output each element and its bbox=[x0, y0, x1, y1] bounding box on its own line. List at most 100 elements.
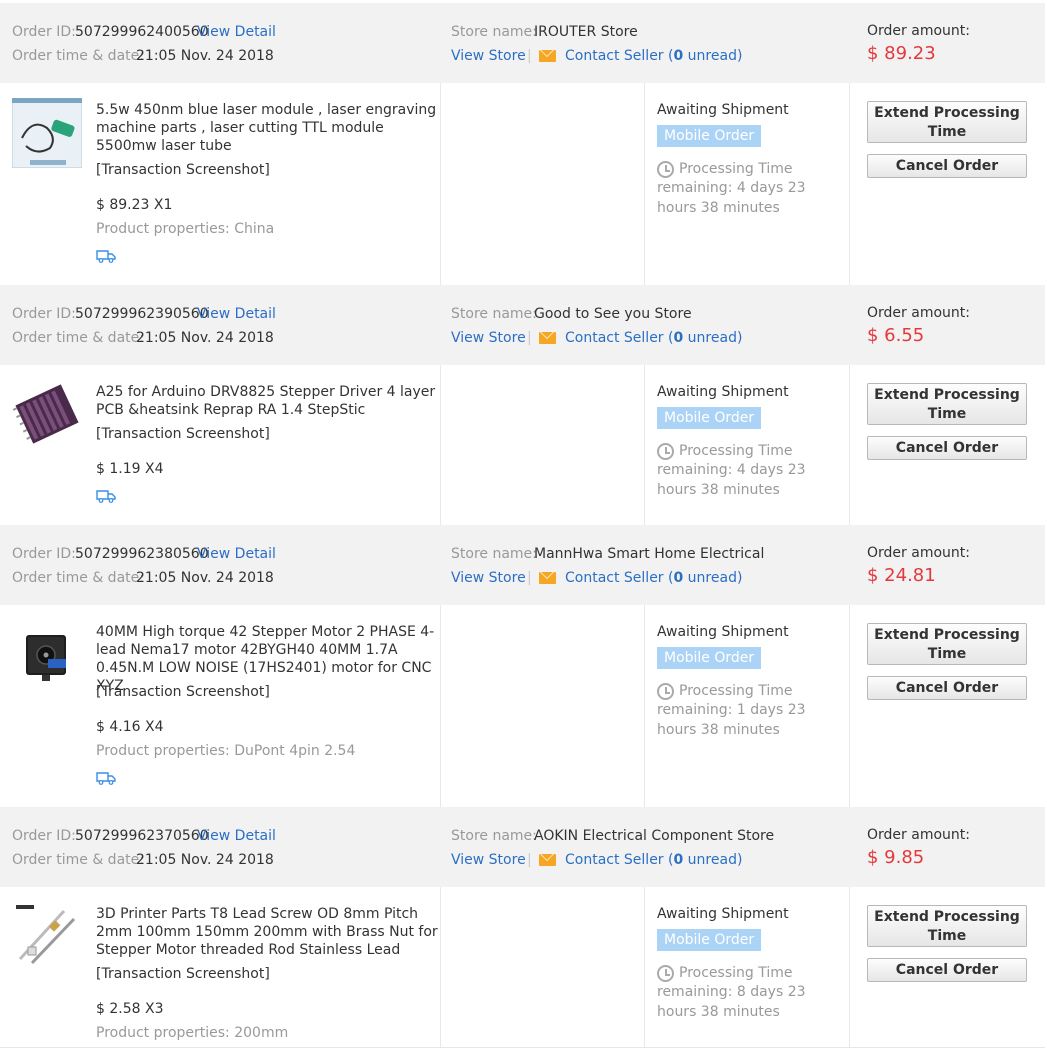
mobile-order-badge: Mobile Order bbox=[657, 125, 762, 147]
envelope-icon bbox=[539, 332, 556, 344]
clock-icon bbox=[657, 965, 674, 982]
store-name-label: Store name: bbox=[451, 828, 537, 844]
product-thumbnail[interactable] bbox=[12, 98, 82, 168]
order-amount-value: $ 24.81 bbox=[867, 565, 936, 586]
price-quantity: $ 89.23 X1 bbox=[96, 197, 173, 213]
product-title[interactable]: 3D Printer Parts T8 Lead Screw OD 8mm Pi… bbox=[96, 905, 441, 959]
store-name-value: IROUTER Store bbox=[534, 24, 638, 40]
unread-suffix: unread) bbox=[683, 570, 743, 586]
product-thumbnail[interactable] bbox=[12, 379, 82, 449]
order-header: Order ID: 507299962400560 View Detail Or… bbox=[0, 3, 1045, 83]
truck-icon[interactable] bbox=[96, 489, 116, 503]
order-id-value: 507299962390560 bbox=[75, 306, 209, 322]
contact-seller-label: Contact Seller ( bbox=[565, 852, 674, 868]
view-store-link[interactable]: View Store bbox=[451, 47, 526, 65]
order-header: Order ID: 507299962370560 View Detail Or… bbox=[0, 807, 1045, 887]
transaction-screenshot-link[interactable]: [Transaction Screenshot] bbox=[96, 683, 270, 701]
order-time-value: 21:05 Nov. 24 2018 bbox=[136, 48, 274, 64]
remaining-time: remaining: 4 days 23 hours 38 minutes bbox=[657, 462, 806, 498]
product-thumbnail[interactable] bbox=[12, 901, 82, 971]
clock-icon bbox=[657, 683, 674, 700]
store-name-value: MannHwa Smart Home Electrical bbox=[534, 546, 765, 562]
product-title[interactable]: 5.5w 450nm blue laser module , laser eng… bbox=[96, 101, 441, 155]
separator: | bbox=[527, 330, 532, 346]
order-id-value: 507299962370560 bbox=[75, 828, 209, 844]
processing-time-label: Processing Time bbox=[679, 443, 793, 459]
order-amount-label: Order amount: bbox=[867, 827, 970, 843]
order-card: Order ID: 507299962380560 View Detail Or… bbox=[0, 525, 1045, 808]
store-name-label: Store name: bbox=[451, 546, 537, 562]
order-time-label: Order time & date: bbox=[12, 48, 144, 64]
product-properties: Product properties: China bbox=[96, 221, 275, 237]
view-detail-link[interactable]: View Detail bbox=[197, 305, 276, 323]
clock-icon bbox=[657, 161, 674, 178]
contact-seller-link[interactable]: Contact Seller (0 unread) bbox=[565, 569, 742, 587]
extend-processing-button[interactable]: Extend Processing Time bbox=[867, 905, 1027, 947]
view-store-link[interactable]: View Store bbox=[451, 569, 526, 587]
product-thumbnail[interactable] bbox=[12, 621, 82, 691]
divider bbox=[644, 365, 645, 525]
price-quantity: $ 1.19 X4 bbox=[96, 461, 164, 477]
view-store-link[interactable]: View Store bbox=[451, 329, 526, 347]
remaining-time: remaining: 1 days 23 hours 38 minutes bbox=[657, 702, 806, 738]
order-amount-label: Order amount: bbox=[867, 23, 970, 39]
processing-time-label: Processing Time bbox=[679, 161, 793, 177]
order-time-label: Order time & date: bbox=[12, 852, 144, 868]
order-time-value: 21:05 Nov. 24 2018 bbox=[136, 570, 274, 586]
order-time-label: Order time & date: bbox=[12, 330, 144, 346]
extend-processing-button[interactable]: Extend Processing Time bbox=[867, 623, 1027, 665]
order-id-label: Order ID: bbox=[12, 306, 76, 322]
order-time-value: 21:05 Nov. 24 2018 bbox=[136, 330, 274, 346]
order-time-value: 21:05 Nov. 24 2018 bbox=[136, 852, 274, 868]
price-quantity: $ 4.16 X4 bbox=[96, 719, 164, 735]
divider bbox=[644, 83, 645, 285]
truck-icon[interactable] bbox=[96, 249, 116, 263]
order-id-label: Order ID: bbox=[12, 24, 76, 40]
extend-processing-button[interactable]: Extend Processing Time bbox=[867, 101, 1027, 143]
cancel-order-button[interactable]: Cancel Order bbox=[867, 436, 1027, 460]
order-body: 3D Printer Parts T8 Lead Screw OD 8mm Pi… bbox=[0, 887, 1045, 1048]
order-status: Awaiting Shipment bbox=[657, 624, 789, 640]
processing-time-label: Processing Time bbox=[679, 965, 793, 981]
contact-seller-link[interactable]: Contact Seller (0 unread) bbox=[565, 47, 742, 65]
unread-count: 0 bbox=[673, 48, 684, 64]
view-store-link[interactable]: View Store bbox=[451, 851, 526, 869]
store-name-value: AOKIN Electrical Component Store bbox=[534, 828, 775, 844]
unread-suffix: unread) bbox=[683, 48, 743, 64]
view-detail-link[interactable]: View Detail bbox=[197, 827, 276, 845]
unread-count: 0 bbox=[673, 852, 684, 868]
view-detail-link[interactable]: View Detail bbox=[197, 545, 276, 563]
mobile-order-badge: Mobile Order bbox=[657, 929, 762, 951]
divider bbox=[849, 365, 850, 525]
divider bbox=[849, 605, 850, 807]
product-properties: Product properties: DuPont 4pin 2.54 bbox=[96, 743, 356, 759]
order-body: 40MM High torque 42 Stepper Motor 2 PHAS… bbox=[0, 605, 1045, 808]
order-amount-label: Order amount: bbox=[867, 545, 970, 561]
order-time-label: Order time & date: bbox=[12, 570, 144, 586]
contact-seller-link[interactable]: Contact Seller (0 unread) bbox=[565, 329, 742, 347]
remaining-time: remaining: 4 days 23 hours 38 minutes bbox=[657, 180, 806, 216]
cancel-order-button[interactable]: Cancel Order bbox=[867, 676, 1027, 700]
transaction-screenshot-link[interactable]: [Transaction Screenshot] bbox=[96, 425, 270, 443]
transaction-screenshot-link[interactable]: [Transaction Screenshot] bbox=[96, 965, 270, 983]
extend-processing-button[interactable]: Extend Processing Time bbox=[867, 383, 1027, 425]
order-body: A25 for Arduino DRV8825 Stepper Driver 4… bbox=[0, 365, 1045, 526]
cancel-order-button[interactable]: Cancel Order bbox=[867, 958, 1027, 982]
order-status: Awaiting Shipment bbox=[657, 906, 789, 922]
separator: | bbox=[527, 48, 532, 64]
order-body: 5.5w 450nm blue laser module , laser eng… bbox=[0, 83, 1045, 286]
order-status: Awaiting Shipment bbox=[657, 384, 789, 400]
order-amount-value: $ 9.85 bbox=[867, 847, 925, 868]
contact-seller-link[interactable]: Contact Seller (0 unread) bbox=[565, 851, 742, 869]
product-properties: Product properties: 200mm bbox=[96, 1025, 289, 1041]
truck-icon[interactable] bbox=[96, 771, 116, 785]
separator: | bbox=[527, 570, 532, 586]
transaction-screenshot-link[interactable]: [Transaction Screenshot] bbox=[96, 161, 270, 179]
price-quantity: $ 2.58 X3 bbox=[96, 1001, 164, 1017]
order-amount-label: Order amount: bbox=[867, 305, 970, 321]
product-title[interactable]: A25 for Arduino DRV8825 Stepper Driver 4… bbox=[96, 383, 441, 419]
cancel-order-button[interactable]: Cancel Order bbox=[867, 154, 1027, 178]
unread-count: 0 bbox=[673, 330, 684, 346]
contact-seller-label: Contact Seller ( bbox=[565, 48, 674, 64]
view-detail-link[interactable]: View Detail bbox=[197, 23, 276, 41]
